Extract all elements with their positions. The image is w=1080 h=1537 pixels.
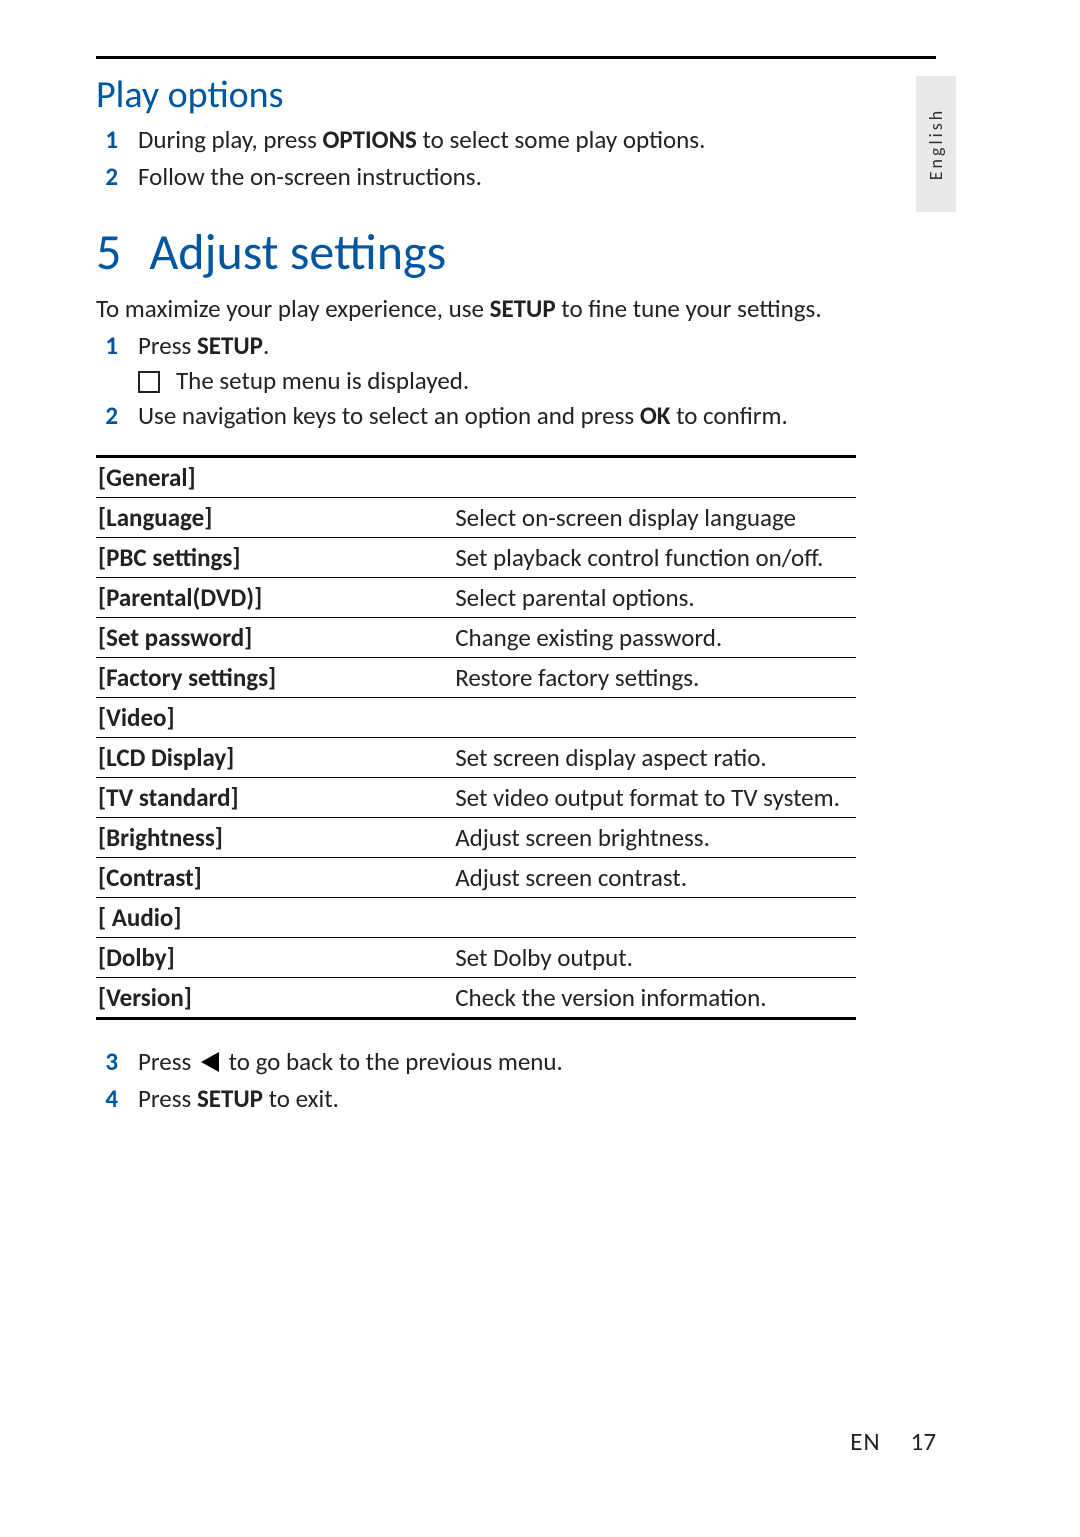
table-row: [Language]Select on-screen display langu…: [96, 498, 856, 538]
setting-description: Restore factory settings.: [453, 658, 856, 698]
page-content: Play options 1 During play, press OPTION…: [96, 64, 856, 1118]
setting-name: [Dolby]: [96, 938, 453, 978]
setting-name: [LCD Display]: [96, 738, 453, 778]
table-row: [ Audio]: [96, 898, 856, 938]
setting-description: Select parental options.: [453, 578, 856, 618]
footer-page-number: 17: [911, 1426, 936, 1457]
setting-name: [General]: [96, 457, 453, 498]
chapter-heading-row: 5 Adjust settings: [96, 222, 856, 283]
language-tab-label: English: [925, 108, 947, 180]
section-heading-play-options: Play options: [96, 72, 856, 118]
chapter-number: 5: [96, 222, 121, 283]
step-number: 1: [96, 122, 118, 157]
text-bold: OK: [640, 400, 671, 431]
setting-description: Change existing password.: [453, 618, 856, 658]
step-number: 2: [96, 159, 118, 194]
setting-name: [Version]: [96, 978, 453, 1019]
page-footer: EN 17: [850, 1426, 936, 1457]
sub-bullet: The setup menu is displayed.: [138, 365, 856, 396]
list-item: 3 Press to go back to the previous menu.: [96, 1044, 856, 1079]
sub-bullet-text: The setup menu is displayed.: [176, 365, 469, 396]
text-fragment: Use navigation keys to select an option …: [138, 400, 640, 431]
step-text: Press to go back to the previous menu.: [138, 1044, 856, 1079]
table-row: [Video]: [96, 698, 856, 738]
text-fragment: to go back to the previous menu.: [223, 1046, 563, 1077]
table-row: [TV standard]Set video output format to …: [96, 778, 856, 818]
setting-description: Check the version information.: [453, 978, 856, 1019]
setting-name: [ Audio]: [96, 898, 453, 938]
table-row: [Contrast]Adjust screen contrast.: [96, 858, 856, 898]
setting-description: Set video output format to TV system.: [453, 778, 856, 818]
list-item: 1 Press SETUP.: [96, 328, 856, 363]
play-options-steps: 1 During play, press OPTIONS to select s…: [96, 122, 856, 194]
step-number: 4: [96, 1081, 118, 1116]
setting-name: [Factory settings]: [96, 658, 453, 698]
table-row: [Version]Check the version information.: [96, 978, 856, 1019]
text-fragment: Press: [138, 1046, 197, 1077]
chapter-intro: To maximize your play experience, use SE…: [96, 293, 856, 324]
setting-name: [PBC settings]: [96, 538, 453, 578]
list-item: 4 Press SETUP to exit.: [96, 1081, 856, 1116]
chapter-title: Adjust settings: [149, 222, 446, 283]
setting-name: [Video]: [96, 698, 453, 738]
text-fragment: .: [263, 330, 269, 361]
text-fragment: Press: [138, 1083, 197, 1114]
setup-steps-1-2: 1 Press SETUP. The setup menu is display…: [96, 328, 856, 433]
setup-steps-3-4: 3 Press to go back to the previous menu.…: [96, 1044, 856, 1116]
list-item: 1 During play, press OPTIONS to select s…: [96, 122, 856, 157]
table-row: [PBC settings]Set playback control funct…: [96, 538, 856, 578]
text-bold: SETUP: [197, 330, 263, 361]
step-text: Use navigation keys to select an option …: [138, 398, 856, 433]
footer-lang: EN: [850, 1426, 880, 1457]
setting-description: [453, 457, 856, 498]
setting-description: Select on-screen display language: [453, 498, 856, 538]
setting-name: [Language]: [96, 498, 453, 538]
text-bold: SETUP: [490, 293, 556, 324]
language-tab: English: [916, 76, 956, 212]
text-fragment: Press: [138, 330, 197, 361]
text-fragment: During play, press: [138, 124, 323, 155]
setting-name: [Set password]: [96, 618, 453, 658]
table-row: [LCD Display]Set screen display aspect r…: [96, 738, 856, 778]
table-row: [General]: [96, 457, 856, 498]
setting-description: [453, 698, 856, 738]
table-row: [Dolby]Set Dolby output.: [96, 938, 856, 978]
step-number: 1: [96, 328, 118, 363]
text-bold: SETUP: [197, 1083, 263, 1114]
step-text: Press SETUP to exit.: [138, 1081, 856, 1116]
text-fragment: Follow the on-screen instructions.: [138, 161, 482, 192]
table-row: [Parental(DVD)]Select parental options.: [96, 578, 856, 618]
text-fragment: to select some play options.: [417, 124, 706, 155]
text-fragment: to confirm.: [670, 400, 787, 431]
setting-description: [453, 898, 856, 938]
table-row: [Brightness]Adjust screen brightness.: [96, 818, 856, 858]
step-number: 3: [96, 1044, 118, 1079]
table-row: [Set password]Change existing password.: [96, 618, 856, 658]
text-fragment: to exit.: [263, 1083, 339, 1114]
step-text: Follow the on-screen instructions.: [138, 159, 856, 194]
setting-name: [Brightness]: [96, 818, 453, 858]
setting-description: Set playback control function on/off.: [453, 538, 856, 578]
text-fragment: to fine tune your settings.: [556, 293, 822, 324]
checkbox-bullet-icon: [138, 371, 160, 393]
setting-name: [Contrast]: [96, 858, 453, 898]
text-fragment: To maximize your play experience, use: [96, 293, 490, 324]
setting-description: Adjust screen contrast.: [453, 858, 856, 898]
table-row: [Factory settings]Restore factory settin…: [96, 658, 856, 698]
list-item: 2 Follow the on-screen instructions.: [96, 159, 856, 194]
step-number: 2: [96, 398, 118, 433]
step-text: During play, press OPTIONS to select som…: [138, 122, 856, 157]
setting-description: Set Dolby output.: [453, 938, 856, 978]
setting-description: Adjust screen brightness.: [453, 818, 856, 858]
text-bold: OPTIONS: [323, 124, 417, 155]
list-item: 2 Use navigation keys to select an optio…: [96, 398, 856, 433]
step-text: Press SETUP.: [138, 328, 856, 363]
left-triangle-icon: [201, 1052, 219, 1072]
top-rule: [96, 56, 936, 59]
setting-description: Set screen display aspect ratio.: [453, 738, 856, 778]
setting-name: [TV standard]: [96, 778, 453, 818]
setting-name: [Parental(DVD)]: [96, 578, 453, 618]
settings-table: [General][Language]Select on-screen disp…: [96, 455, 856, 1020]
